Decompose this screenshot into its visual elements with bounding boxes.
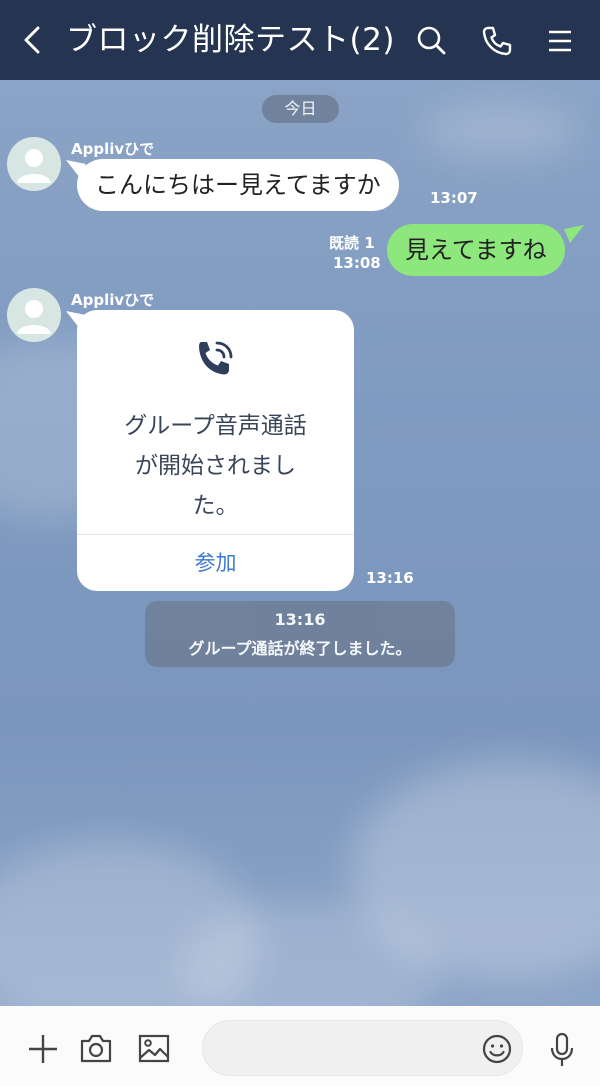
- notice-time: 13:16: [274, 610, 326, 629]
- mic-icon[interactable]: [548, 1032, 576, 1068]
- plus-icon[interactable]: [26, 1032, 60, 1066]
- join-call-button[interactable]: 参加: [77, 535, 354, 591]
- emoji-icon[interactable]: [481, 1033, 513, 1065]
- search-icon[interactable]: [415, 24, 449, 58]
- image-icon[interactable]: [137, 1032, 171, 1064]
- message-input-bar: [0, 1006, 600, 1086]
- date-separator: 今日: [262, 95, 339, 123]
- avatar[interactable]: [7, 137, 61, 191]
- group-call-card[interactable]: グループ音声通話 が開始されまし た。 参加: [77, 310, 354, 591]
- default-avatar-icon: [17, 149, 51, 183]
- back-icon[interactable]: [18, 22, 46, 58]
- message-time: 13:16: [366, 569, 414, 587]
- message-time: 13:07: [430, 189, 478, 207]
- chat-title: ブロック削除テスト(2): [66, 22, 395, 58]
- sender-name: Applivひで: [71, 140, 155, 158]
- default-avatar-icon: [17, 300, 51, 334]
- bubble-tail: [564, 225, 584, 243]
- call-ended-notice: 13:16 グループ通話が終了しました。: [145, 601, 455, 667]
- chat-header: ブロック削除テスト(2): [0, 0, 600, 80]
- phone-icon[interactable]: [480, 24, 514, 58]
- notice-text: グループ通話が終了しました。: [188, 639, 412, 658]
- camera-icon[interactable]: [79, 1032, 113, 1064]
- call-started-text: グループ音声通話 が開始されまし た。: [124, 413, 307, 519]
- read-receipt: 既読 1: [329, 234, 375, 252]
- avatar[interactable]: [7, 288, 61, 342]
- own-message-bubble[interactable]: 見えてますね: [387, 224, 565, 276]
- menu-icon[interactable]: [543, 24, 577, 58]
- message-time: 13:08: [333, 254, 381, 272]
- message-input[interactable]: [202, 1020, 523, 1076]
- message-bubble[interactable]: こんにちはー見えてますか: [77, 159, 399, 211]
- sender-name: Applivひで: [71, 291, 155, 309]
- voice-call-icon: [199, 341, 233, 375]
